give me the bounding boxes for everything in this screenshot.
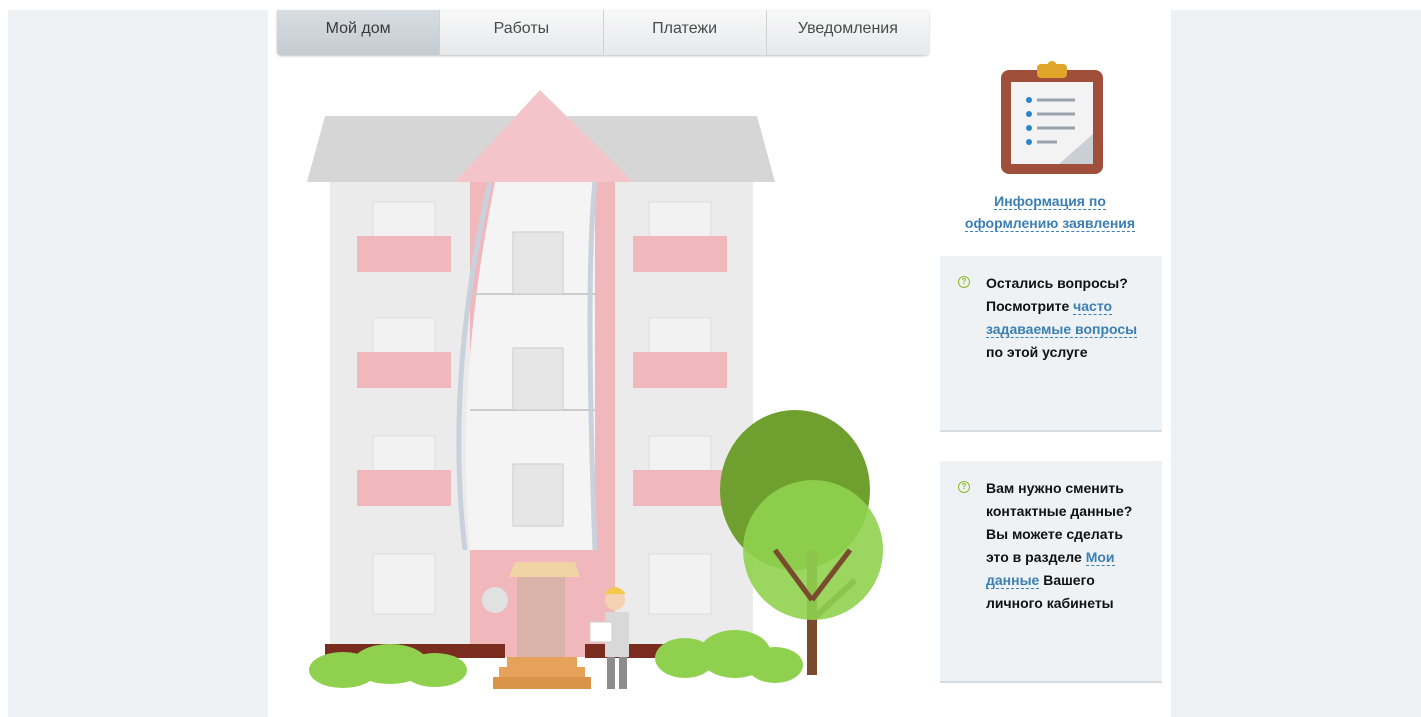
tab-works[interactable]: Работы (439, 10, 603, 55)
questions-text-after: по этой услуге (986, 344, 1088, 360)
application-info-link[interactable]: Информация по оформлению заявления (945, 190, 1155, 234)
right-margin-panel (1171, 10, 1421, 717)
contacts-card: ? Вам нужно сменить контактные данные? В… (940, 461, 1162, 683)
clipboard-icon (1001, 61, 1103, 174)
info-link-line1[interactable]: Информация по (994, 193, 1106, 210)
tab-notifications[interactable]: Уведомления (765, 10, 929, 55)
info-link-line2[interactable]: оформлению заявления (964, 215, 1136, 232)
left-margin-panel (8, 10, 268, 717)
tab-payments[interactable]: Платежи (602, 10, 766, 55)
questions-card: ? Остались вопросы? Посмотрите часто зад… (940, 256, 1162, 432)
house-illustration (307, 90, 883, 689)
tab-bar: Мой дом Работы Платежи Уведомления (277, 10, 929, 55)
question-circle-icon: ? (958, 276, 970, 288)
tab-my-home[interactable]: Мой дом (277, 10, 440, 55)
question-circle-icon: ? (958, 481, 970, 493)
